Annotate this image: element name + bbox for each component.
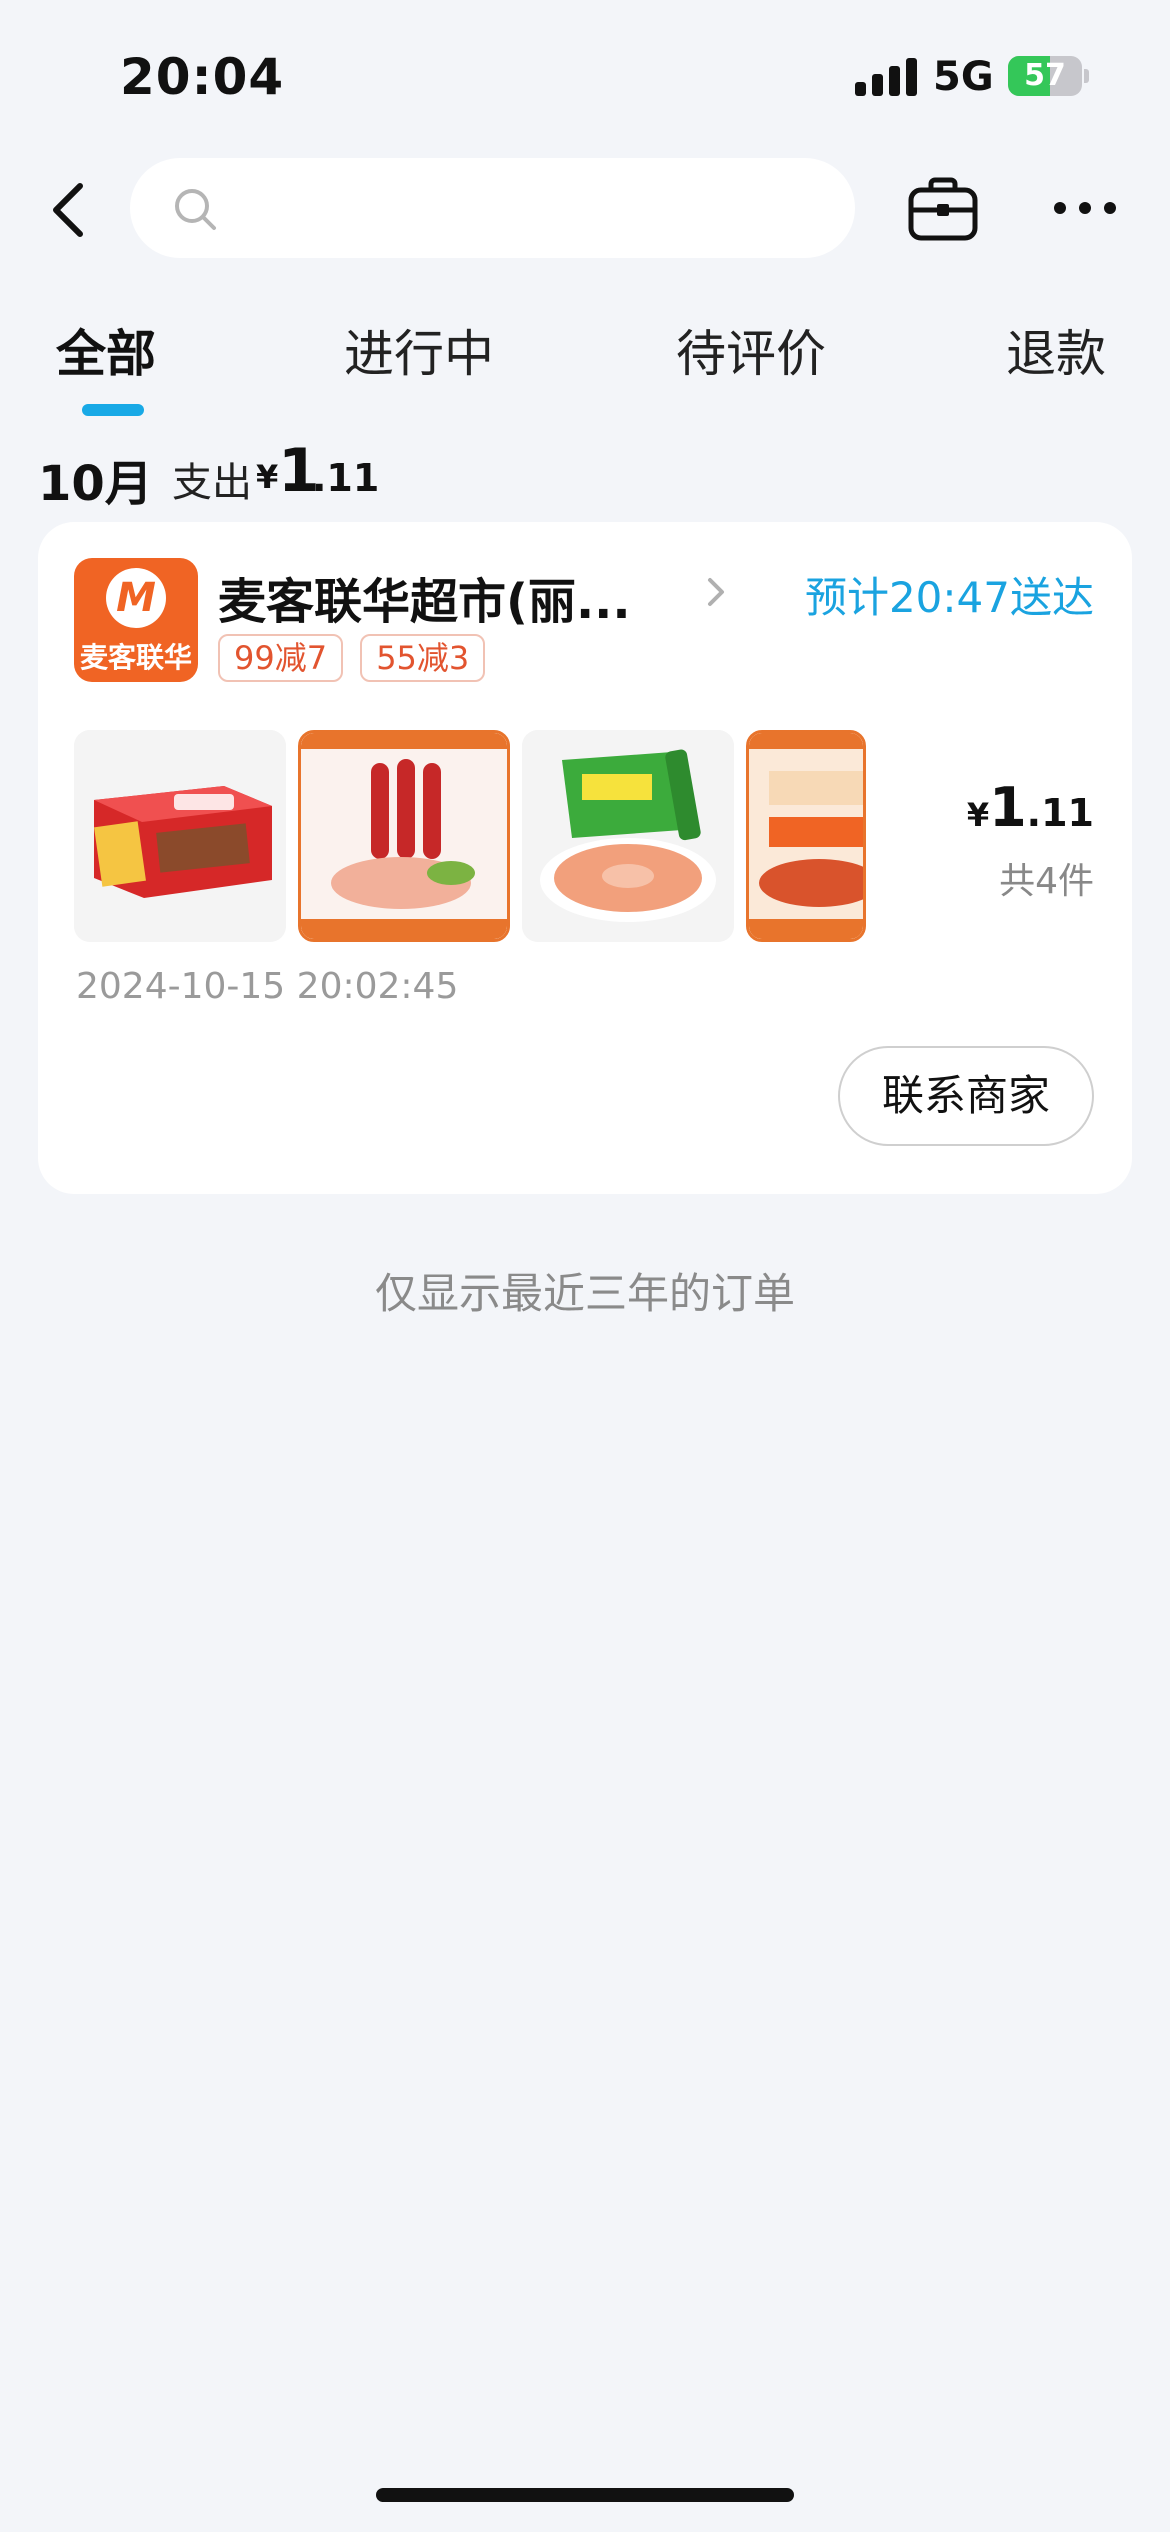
network-type: 5G [933, 54, 994, 100]
contact-merchant-button[interactable]: 联系商家 [838, 1046, 1094, 1146]
nav-bar [0, 150, 1170, 270]
price-integer: 1 [989, 776, 1027, 839]
tab-refund[interactable]: 退款 [1006, 314, 1106, 386]
month-label: 10月 [38, 456, 153, 512]
chevron-right-icon[interactable] [704, 572, 728, 612]
signal-icon [855, 58, 917, 96]
chevron-left-icon [53, 183, 83, 237]
product-thumb-sausage[interactable] [298, 730, 510, 942]
shop-logo-letter: M [116, 575, 156, 621]
order-list-page: 20:04 5G 57 全部 进行中 待评价 退款 10月 支出 ¥ 1 .11… [0, 0, 1170, 2532]
toolbox-button[interactable] [905, 174, 981, 246]
product-thumb-noodles[interactable] [746, 730, 866, 942]
spend-amount-decimal: .11 [312, 456, 380, 500]
product-thumb-ice-cream[interactable] [74, 730, 286, 942]
battery-icon: 57 [1008, 56, 1089, 96]
search-input[interactable] [240, 178, 820, 238]
more-dots-icon [1054, 202, 1116, 214]
tab-in-progress[interactable]: 进行中 [344, 314, 494, 386]
order-card[interactable]: M 麦客联华 麦客联华超市(丽... 预计20:47送达 99减7 55减3 ¥… [38, 522, 1132, 1194]
discount-badge: 99减7 [218, 634, 344, 682]
toolbox-icon [908, 177, 978, 241]
price-currency: ¥ [966, 796, 990, 834]
shop-logo-text: 麦客联华 [79, 641, 192, 674]
status-time: 20:04 [120, 48, 285, 106]
price-decimal: .11 [1026, 791, 1094, 835]
discount-badges: 99减7 55减3 [218, 634, 497, 684]
active-tab-indicator [82, 404, 144, 416]
search-icon [175, 189, 216, 230]
item-count: 共4件 [999, 861, 1094, 902]
spend-label: 支出 [172, 460, 252, 506]
product-thumbnails[interactable] [74, 730, 894, 946]
discount-badge: 55减3 [360, 634, 486, 682]
shop-name[interactable]: 麦客联华超市(丽... [218, 562, 678, 632]
product-thumb-snack[interactable] [522, 730, 734, 942]
more-button[interactable] [1050, 188, 1120, 228]
delivery-estimate: 预计20:47送达 [804, 573, 1094, 622]
home-indicator[interactable] [376, 2488, 794, 2502]
history-footnote: 仅显示最近三年的订单 [374, 1269, 795, 1318]
search-bar[interactable] [130, 158, 855, 258]
tab-to-review[interactable]: 待评价 [676, 314, 826, 386]
order-time: 2024-10-15 20:02:45 [76, 966, 459, 1007]
spend-currency: ¥ [256, 458, 279, 496]
order-total: ¥1.11 [967, 776, 1094, 839]
battery-level: 57 [1024, 58, 1066, 93]
tab-all[interactable]: 全部 [56, 314, 156, 386]
back-button[interactable] [40, 172, 100, 248]
status-bar: 20:04 5G 57 [0, 0, 1170, 150]
order-tabs: 全部 进行中 待评价 退款 [0, 300, 1170, 420]
shop-logo[interactable]: M 麦客联华 [74, 558, 198, 682]
